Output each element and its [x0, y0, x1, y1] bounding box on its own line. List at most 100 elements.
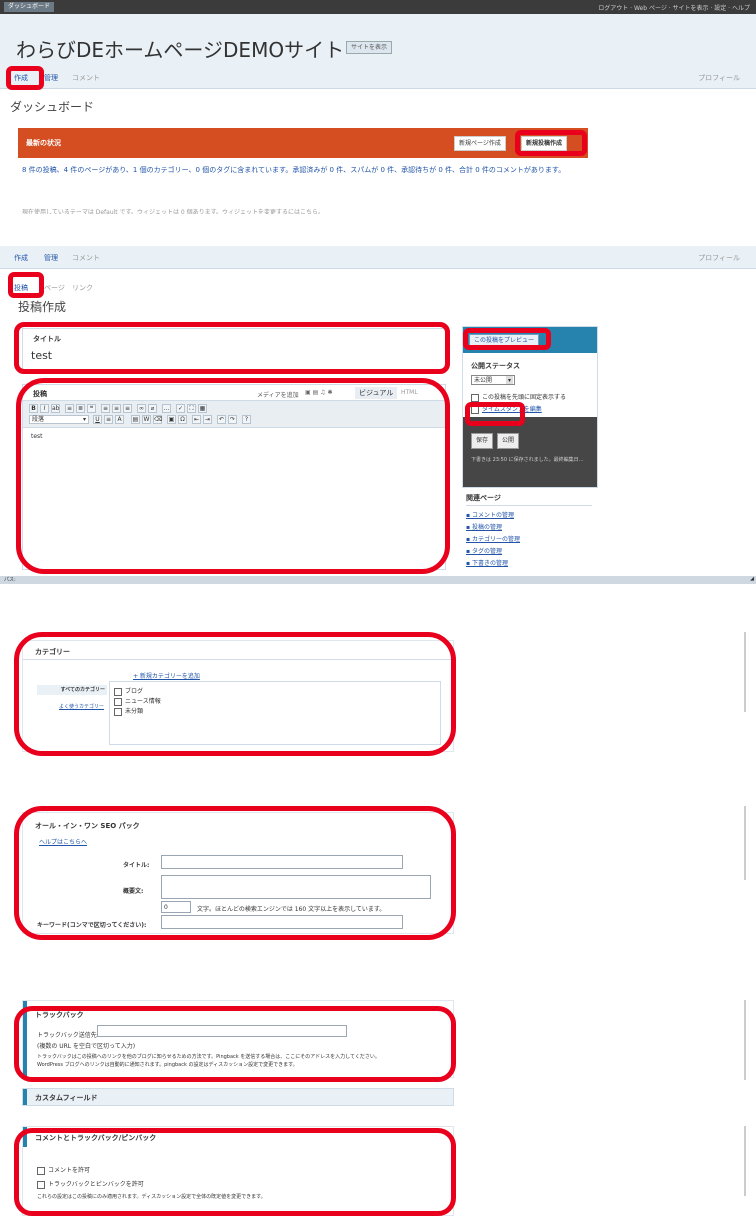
- seo-help-link[interactable]: ヘルプはこちらへ: [39, 837, 87, 846]
- timestamp-option[interactable]: タイムスタンプを編集: [471, 404, 542, 414]
- align-left-icon[interactable]: ≡: [101, 404, 110, 413]
- nav-profile[interactable]: プロフィール: [698, 73, 740, 83]
- paste-word-icon[interactable]: W: [142, 415, 151, 424]
- nav-item-manage-2[interactable]: 管理: [44, 253, 58, 263]
- stick-option[interactable]: この投稿を先頭に固定表示する: [471, 392, 566, 402]
- indent-icon[interactable]: ⇥: [203, 415, 212, 424]
- category-item-blog[interactable]: ブログ: [114, 686, 143, 696]
- write-post-button[interactable]: 新規投稿作成: [521, 136, 568, 151]
- publish-status-label: 公開ステータス: [471, 362, 520, 370]
- trackback-send-label: トラックバック送信先:: [37, 1032, 99, 1039]
- seo-keywords-label: キーワード(コンマで区切ってください):: [37, 922, 147, 929]
- html-tab[interactable]: HTML: [401, 389, 418, 396]
- spellcheck-icon[interactable]: ✓: [176, 404, 185, 413]
- category-item-news[interactable]: ニュース情報: [114, 696, 161, 706]
- resize-handle-icon[interactable]: ◢: [750, 576, 754, 582]
- related-link-tags[interactable]: ▪ タグの管理: [466, 546, 520, 555]
- category-item-uncategorized[interactable]: 未分類: [114, 706, 143, 716]
- top-nav: 作成 管理 コメント プロフィール: [0, 66, 756, 89]
- editor-status-bar: パス: ◢: [0, 576, 756, 584]
- outdent-icon[interactable]: ⇤: [192, 415, 201, 424]
- category-checkbox[interactable]: [114, 697, 122, 706]
- title-box: タイトル test: [22, 328, 446, 370]
- nav-item-create-2[interactable]: 作成: [14, 253, 28, 263]
- bold-icon[interactable]: B: [29, 404, 38, 413]
- blockquote-icon[interactable]: ❝: [87, 404, 96, 413]
- title-input[interactable]: test: [31, 349, 437, 365]
- nav-item-comments-2[interactable]: コメント: [72, 253, 100, 263]
- align-right-icon[interactable]: ≡: [123, 404, 132, 413]
- nav-profile-2[interactable]: プロフィール: [698, 253, 740, 263]
- underline-icon[interactable]: U: [93, 415, 102, 424]
- chevron-down-icon: ▾: [82, 416, 86, 423]
- status-select[interactable]: 未公開 ▾: [471, 375, 515, 385]
- related-links: ▪ コメントの管理 ▪ 投稿の管理 ▪ カテゴリーの管理 ▪ タグの管理 ▪ 下…: [466, 510, 520, 570]
- related-heading: 関連ページ: [466, 494, 501, 502]
- nav-item-create[interactable]: 作成: [14, 73, 28, 83]
- format-select[interactable]: 段落 ▾: [29, 415, 89, 424]
- publish-button[interactable]: 公開: [497, 433, 520, 449]
- remove-format-icon[interactable]: ⌫: [153, 415, 162, 424]
- related-link-comments[interactable]: ▪ コメントの管理: [466, 510, 520, 519]
- dashboard-trail-text: 現在使用しているテーマは Default です。ウィジェットは 0 個あります。…: [22, 209, 324, 214]
- redo-icon[interactable]: ↷: [228, 415, 237, 424]
- related-link-categories[interactable]: ▪ カテゴリーの管理: [466, 534, 520, 543]
- seo-keywords-input[interactable]: [161, 915, 403, 929]
- text-color-icon[interactable]: A: [115, 415, 124, 424]
- nav-item-comments[interactable]: コメント: [72, 73, 100, 83]
- fullscreen-icon[interactable]: ⛶: [187, 404, 196, 413]
- help-icon[interactable]: ?: [242, 415, 251, 424]
- add-category-link[interactable]: + 新規カテゴリーを追加: [133, 671, 200, 680]
- category-tab-all[interactable]: すべてのカテゴリー: [37, 685, 107, 695]
- related-link-posts[interactable]: ▪ 投稿の管理: [466, 522, 520, 531]
- number-list-icon[interactable]: ≣: [76, 404, 85, 413]
- stick-checkbox[interactable]: [471, 393, 479, 402]
- align-center-icon[interactable]: ≡: [112, 404, 121, 413]
- custom-fields-title[interactable]: カスタムフィールド: [35, 1093, 97, 1103]
- timestamp-checkbox[interactable]: [471, 405, 479, 414]
- subnav-post[interactable]: 投稿: [14, 283, 28, 293]
- visual-tab[interactable]: ビジュアル: [355, 387, 398, 399]
- media-icons[interactable]: ▣ ▤ ♫ ✱: [305, 389, 347, 397]
- category-item-label: ニュース情報: [125, 698, 161, 705]
- related-link-drafts[interactable]: ▪ 下書きの管理: [466, 558, 520, 567]
- admin-bar-links[interactable]: ログアウト · Web ページ · サイトを表示 · 設定 · ヘルプ: [598, 3, 750, 12]
- trackback-separate-note: (複数の URL を空白で区切って入力): [37, 1043, 136, 1050]
- strikethrough-icon[interactable]: ab: [51, 404, 60, 413]
- justify-icon[interactable]: ≡: [104, 415, 113, 424]
- kitchen-sink-icon[interactable]: ▦: [198, 404, 207, 413]
- write-page-button[interactable]: 新規ページ作成: [454, 136, 506, 151]
- seo-desc-input[interactable]: [161, 875, 431, 899]
- more-icon[interactable]: …: [162, 404, 171, 413]
- category-list: ブログ ニュース情報 未分類: [109, 681, 441, 745]
- charmap-icon[interactable]: Ω: [178, 415, 187, 424]
- subnav-page[interactable]: ページ: [44, 283, 65, 293]
- allow-comments-checkbox[interactable]: [37, 1166, 45, 1175]
- nav-item-manage[interactable]: 管理: [44, 73, 58, 83]
- related-link-label: 投稿の管理: [471, 524, 502, 531]
- editor-body-text[interactable]: test: [31, 433, 43, 440]
- add-media-link[interactable]: メディアを追加: [257, 390, 299, 399]
- preview-button[interactable]: この投稿をプレビュー: [469, 334, 540, 348]
- category-box: カテゴリー + 新規カテゴリーを追加 すべてのカテゴリー よく使うカテゴリー ブ…: [22, 640, 454, 752]
- link-icon[interactable]: ∞: [137, 404, 146, 413]
- subnav-link[interactable]: リンク: [72, 283, 93, 293]
- bullet-list-icon[interactable]: ≡: [65, 404, 74, 413]
- category-checkbox[interactable]: [114, 687, 122, 696]
- paste-text-icon[interactable]: ▤: [131, 415, 140, 424]
- seo-title-input[interactable]: [161, 855, 403, 869]
- admin-bar-logo[interactable]: ダッシュボード: [4, 2, 55, 12]
- media-icon[interactable]: ▣: [167, 415, 176, 424]
- italic-icon[interactable]: I: [40, 404, 49, 413]
- allow-pings-option[interactable]: トラックバックとピンバックを許可: [37, 1179, 144, 1189]
- trackback-title: トラックバック: [35, 1011, 84, 1019]
- allow-pings-checkbox[interactable]: [37, 1180, 45, 1189]
- allow-comments-option[interactable]: コメントを許可: [37, 1165, 90, 1175]
- unlink-icon[interactable]: ⌀: [148, 404, 157, 413]
- undo-icon[interactable]: ↶: [217, 415, 226, 424]
- save-button[interactable]: 保存: [471, 433, 494, 449]
- category-tab-popular[interactable]: よく使うカテゴリー: [59, 703, 104, 710]
- category-checkbox[interactable]: [114, 707, 122, 716]
- view-site-button[interactable]: サイトを表示: [346, 41, 393, 54]
- trackback-input[interactable]: [97, 1025, 347, 1037]
